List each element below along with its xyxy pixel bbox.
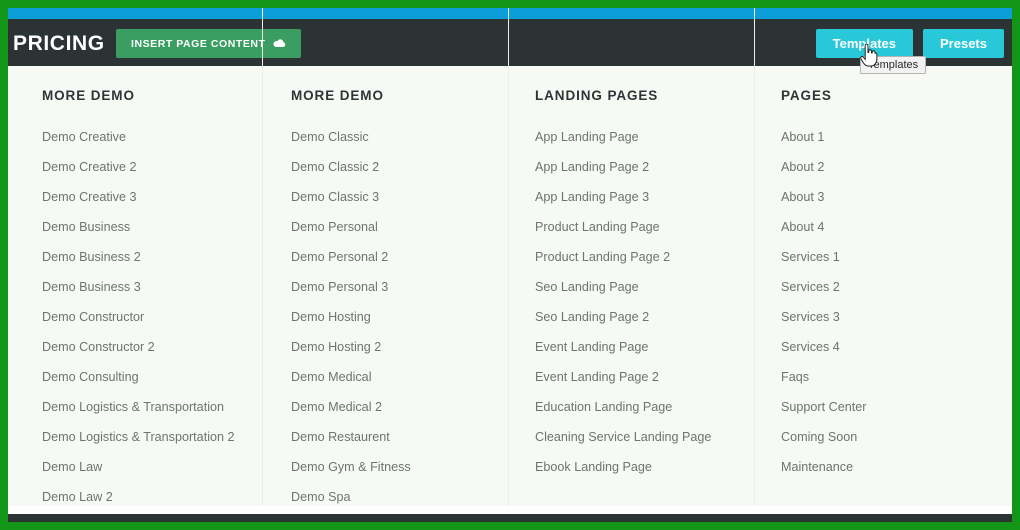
templates-button-label: Templates bbox=[832, 36, 897, 51]
template-link[interactable]: Demo Logistics & Transportation bbox=[42, 392, 262, 422]
template-link[interactable]: Demo Business 2 bbox=[42, 242, 262, 272]
column-title: MORE DEMO bbox=[42, 88, 135, 103]
insert-page-content-button[interactable]: INSERT PAGE CONTENT bbox=[116, 29, 301, 58]
columns-grid: MORE DEMO Demo Creative Demo Creative 2 Dem… bbox=[8, 8, 1012, 514]
template-link[interactable]: Education Landing Page bbox=[535, 392, 754, 422]
template-link[interactable]: About 3 bbox=[781, 182, 1012, 212]
editor-window: PRICING INSERT PAGE CONTENT Templates Pr… bbox=[8, 8, 1012, 522]
template-link[interactable]: Demo Business 3 bbox=[42, 272, 262, 302]
template-link[interactable]: Demo Personal 3 bbox=[291, 272, 508, 302]
header-actions: Templates Presets bbox=[815, 29, 1004, 58]
template-link[interactable]: Demo Classic bbox=[291, 122, 508, 152]
template-link[interactable]: Product Landing Page bbox=[535, 212, 754, 242]
template-link[interactable]: Demo Law bbox=[42, 452, 262, 482]
template-link[interactable]: Faqs bbox=[781, 362, 1012, 392]
template-link[interactable]: About 4 bbox=[781, 212, 1012, 242]
template-link[interactable]: Services 3 bbox=[781, 302, 1012, 332]
template-link[interactable]: Event Landing Page bbox=[535, 332, 754, 362]
template-link[interactable]: Maintenance bbox=[781, 452, 1012, 482]
template-link[interactable]: Demo Restaurent bbox=[291, 422, 508, 452]
template-link[interactable]: Cleaning Service Landing Page bbox=[535, 422, 754, 452]
column-title: MORE DEMO bbox=[291, 88, 384, 103]
template-link[interactable]: Support Center bbox=[781, 392, 1012, 422]
template-link[interactable]: Demo Constructor bbox=[42, 302, 262, 332]
template-link[interactable]: Demo Hosting 2 bbox=[291, 332, 508, 362]
template-link[interactable]: Seo Landing Page 2 bbox=[535, 302, 754, 332]
template-link[interactable]: Demo Personal 2 bbox=[291, 242, 508, 272]
column-title: PAGES bbox=[781, 88, 832, 103]
template-link[interactable]: Demo Logistics & Transportation 2 bbox=[42, 422, 262, 452]
presets-button[interactable]: Presets bbox=[923, 29, 1004, 58]
link-column: PAGES About 1 About 2 About 3 About 4 Service… bbox=[754, 8, 1012, 514]
template-link[interactable]: Demo Creative 2 bbox=[42, 152, 262, 182]
link-column: MORE DEMO Demo Creative Demo Creative 2 Dem… bbox=[8, 66, 262, 514]
template-link[interactable]: Demo Classic 2 bbox=[291, 152, 508, 182]
template-link[interactable]: App Landing Page bbox=[535, 122, 754, 152]
template-link[interactable]: Services 4 bbox=[781, 332, 1012, 362]
template-link[interactable]: Demo Consulting bbox=[42, 362, 262, 392]
template-link[interactable]: Demo Constructor 2 bbox=[42, 332, 262, 362]
templates-dropdown-panel: MORE DEMO Demo Creative Demo Creative 2 Dem… bbox=[8, 8, 1012, 514]
template-link[interactable]: Ebook Landing Page bbox=[535, 452, 754, 482]
top-accent-bar bbox=[8, 8, 1012, 19]
template-link[interactable]: Event Landing Page 2 bbox=[535, 362, 754, 392]
template-link[interactable]: About 1 bbox=[781, 122, 1012, 152]
link-column: LANDING PAGES App Landing Page App Landing… bbox=[508, 8, 754, 514]
template-link[interactable]: Demo Classic 3 bbox=[291, 182, 508, 212]
page-title: PRICING bbox=[13, 32, 105, 55]
presets-button-label: Presets bbox=[940, 36, 987, 51]
template-link[interactable]: App Landing Page 3 bbox=[535, 182, 754, 212]
template-link[interactable]: Product Landing Page 2 bbox=[535, 242, 754, 272]
panel-bottom-rail bbox=[8, 506, 1012, 514]
template-link[interactable]: Coming Soon bbox=[781, 422, 1012, 452]
template-link[interactable]: Demo Business bbox=[42, 212, 262, 242]
insert-page-content-label: INSERT PAGE CONTENT bbox=[131, 37, 266, 50]
template-link[interactable]: Demo Personal bbox=[291, 212, 508, 242]
template-link[interactable]: Demo Creative bbox=[42, 122, 262, 152]
template-link[interactable]: About 2 bbox=[781, 152, 1012, 182]
template-link[interactable]: Services 2 bbox=[781, 272, 1012, 302]
template-link[interactable]: Demo Medical 2 bbox=[291, 392, 508, 422]
template-link[interactable]: Demo Medical bbox=[291, 362, 508, 392]
link-column: MORE DEMO Demo Classic Demo Classic 2 Demo … bbox=[262, 8, 508, 514]
templates-button[interactable]: Templates bbox=[815, 29, 914, 58]
template-link[interactable]: App Landing Page 2 bbox=[535, 152, 754, 182]
column-title: LANDING PAGES bbox=[535, 88, 659, 103]
template-link[interactable]: Seo Landing Page bbox=[535, 272, 754, 302]
app-frame: PRICING INSERT PAGE CONTENT Templates Pr… bbox=[0, 0, 1020, 530]
template-link[interactable]: Demo Gym & Fitness bbox=[291, 452, 508, 482]
templates-tooltip: Templates bbox=[860, 56, 927, 74]
template-link[interactable]: Services 1 bbox=[781, 242, 1012, 272]
cloud-icon bbox=[272, 37, 286, 50]
template-link[interactable]: Demo Creative 3 bbox=[42, 182, 262, 212]
template-link[interactable]: Demo Hosting bbox=[291, 302, 508, 332]
